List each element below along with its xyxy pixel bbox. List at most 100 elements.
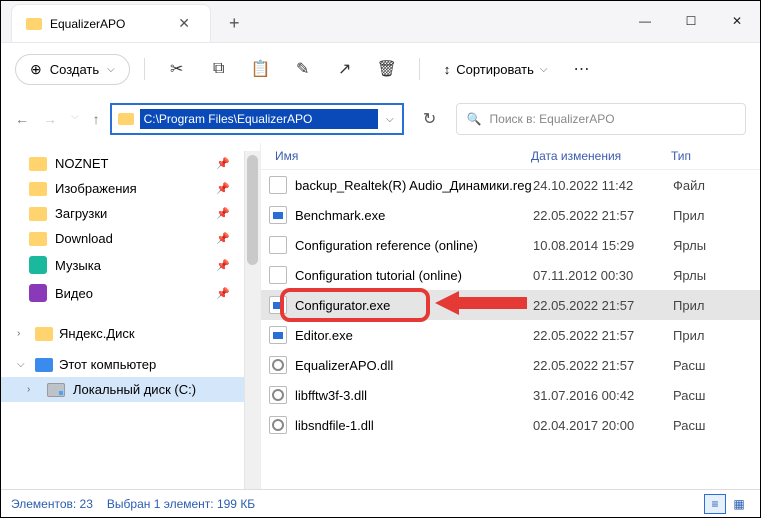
sidebar-item-download[interactable]: Download📌 <box>1 226 244 251</box>
address-path: C:\Program Files\EqualizerAPO <box>140 109 378 129</box>
file-row[interactable]: Configurator.exe22.05.2022 21:57Прил <box>261 290 760 320</box>
file-row[interactable]: backup_Realtek(R) Audio_Динамики.reg24.1… <box>261 170 760 200</box>
file-type: Прил <box>673 298 760 313</box>
folder-icon <box>118 113 134 125</box>
folder-icon <box>26 18 42 30</box>
chevron-right-icon[interactable]: › <box>17 328 29 339</box>
refresh-button[interactable]: ↻ <box>414 103 446 135</box>
sort-button[interactable]: ↕ Сортировать ⌵ <box>434 56 558 83</box>
col-name[interactable]: Имя <box>261 149 531 163</box>
sort-icon: ↕ <box>444 62 451 77</box>
file-name: libsndfile-1.dll <box>295 418 374 433</box>
chevron-down-icon[interactable]: ⌵ <box>17 359 29 370</box>
pin-icon: 📌 <box>216 232 230 245</box>
more-button[interactable]: ⋯ <box>564 51 600 87</box>
file-name: Benchmark.exe <box>295 208 385 223</box>
plus-icon: ⊕ <box>30 61 42 78</box>
pin-icon: 📌 <box>216 182 230 195</box>
file-icon <box>269 266 287 284</box>
close-window-button[interactable]: ✕ <box>714 0 760 42</box>
back-button[interactable]: ← <box>15 111 29 127</box>
file-row[interactable]: libsndfile-1.dll02.04.2017 20:00Расш <box>261 410 760 440</box>
window-tab[interactable]: EqualizerAPO ✕ <box>11 4 211 42</box>
new-tab-button[interactable]: + <box>211 4 258 42</box>
sidebar-item-music[interactable]: Музыка📌 <box>1 251 244 279</box>
file-row[interactable]: EqualizerAPO.dll22.05.2022 21:57Расш <box>261 350 760 380</box>
col-type[interactable]: Тип <box>671 149 760 163</box>
file-icon <box>269 176 287 194</box>
chevron-down-icon: ⌵ <box>540 64 548 75</box>
pin-icon: 📌 <box>216 157 230 170</box>
disk-icon <box>47 383 65 397</box>
file-icon <box>269 296 287 314</box>
rename-button[interactable]: ✎ <box>285 51 321 87</box>
search-input[interactable]: 🔍 Поиск в: EqualizerAPO <box>456 103 746 135</box>
file-type: Прил <box>673 208 760 223</box>
sidebar-item-c-drive[interactable]: ›Локальный диск (C:) <box>1 377 244 402</box>
file-type: Ярлы <box>673 268 760 283</box>
file-type: Расш <box>673 388 760 403</box>
up-button[interactable]: ⌵ <box>71 111 79 127</box>
pin-icon: 📌 <box>216 207 230 220</box>
file-icon <box>269 326 287 344</box>
copy-button[interactable]: ⧉ <box>201 51 237 87</box>
status-selected: Выбран 1 элемент: 199 КБ <box>107 497 255 511</box>
file-date: 31.07.2016 00:42 <box>533 388 673 403</box>
column-header[interactable]: Имя Дата изменения Тип <box>261 143 760 170</box>
file-date: 24.10.2022 11:42 <box>533 178 673 193</box>
create-button[interactable]: ⊕ Создать ⌵ <box>15 54 130 85</box>
sidebar-item-noznet[interactable]: NOZNET📌 <box>1 151 244 176</box>
file-name: backup_Realtek(R) Audio_Динамики.reg <box>295 178 532 193</box>
file-date: 02.04.2017 20:00 <box>533 418 673 433</box>
file-row[interactable]: Editor.exe 22.05.2022 21:57Прил <box>261 320 760 350</box>
video-icon <box>29 284 47 302</box>
search-icon: 🔍 <box>467 112 482 126</box>
col-date[interactable]: Дата изменения <box>531 149 671 163</box>
music-icon <box>29 256 47 274</box>
tab-title: EqualizerAPO <box>50 17 164 31</box>
file-date: 22.05.2022 21:57 <box>533 358 673 373</box>
file-date: 22.05.2022 21:57 <box>533 208 673 223</box>
sidebar-scrollbar[interactable] <box>244 151 260 489</box>
sidebar-item-yandex-disk[interactable]: ›Яндекс.Диск <box>1 321 244 346</box>
file-type: Ярлы <box>673 238 760 253</box>
sort-label: Сортировать <box>456 62 534 77</box>
view-details-button[interactable]: ≡ <box>704 494 726 514</box>
file-name: Editor.exe <box>295 328 353 343</box>
file-row[interactable]: Configuration reference (online) 10.08.20… <box>261 230 760 260</box>
file-row[interactable]: libfftw3f-3.dll31.07.2016 00:42Расш <box>261 380 760 410</box>
folder-icon <box>29 182 47 196</box>
file-date: 10.08.2014 15:29 <box>533 238 673 253</box>
sidebar-item-this-pc[interactable]: ⌵Этот компьютер <box>1 352 244 377</box>
file-icon <box>269 416 287 434</box>
chevron-right-icon[interactable]: › <box>27 384 39 395</box>
address-drop-icon[interactable]: ⌵ <box>378 114 402 125</box>
delete-button[interactable]: 🗑 <box>369 51 405 87</box>
file-name: Configuration reference (online) <box>295 238 478 253</box>
view-icons-button[interactable]: ▦ <box>728 494 750 514</box>
file-date: 22.05.2022 21:57 <box>533 328 673 343</box>
file-icon <box>269 386 287 404</box>
up-level-button[interactable]: ↑ <box>93 111 100 127</box>
file-type: Прил <box>673 328 760 343</box>
forward-button[interactable]: → <box>43 111 57 127</box>
minimize-button[interactable]: — <box>622 0 668 42</box>
share-button[interactable]: ↗ <box>327 51 363 87</box>
sidebar-item-video[interactable]: Видео📌 <box>1 279 244 307</box>
file-row[interactable]: Benchmark.exe 22.05.2022 21:57Прил <box>261 200 760 230</box>
sidebar-item-downloads[interactable]: Загрузки📌 <box>1 201 244 226</box>
file-type: Расш <box>673 358 760 373</box>
address-bar[interactable]: C:\Program Files\EqualizerAPO ⌵ <box>110 103 404 135</box>
paste-button[interactable]: 📋 <box>243 51 279 87</box>
close-tab-icon[interactable]: ✕ <box>172 13 196 34</box>
file-icon <box>269 356 287 374</box>
file-type: Файл <box>673 178 760 193</box>
folder-icon <box>29 207 47 221</box>
sidebar-item-images[interactable]: Изображения📌 <box>1 176 244 201</box>
file-icon <box>269 206 287 224</box>
file-icon <box>269 236 287 254</box>
file-row[interactable]: Configuration tutorial (online)07.11.201… <box>261 260 760 290</box>
file-name: Configurator.exe <box>295 298 390 313</box>
cut-button[interactable]: ✂ <box>159 51 195 87</box>
maximize-button[interactable]: ☐ <box>668 0 714 42</box>
